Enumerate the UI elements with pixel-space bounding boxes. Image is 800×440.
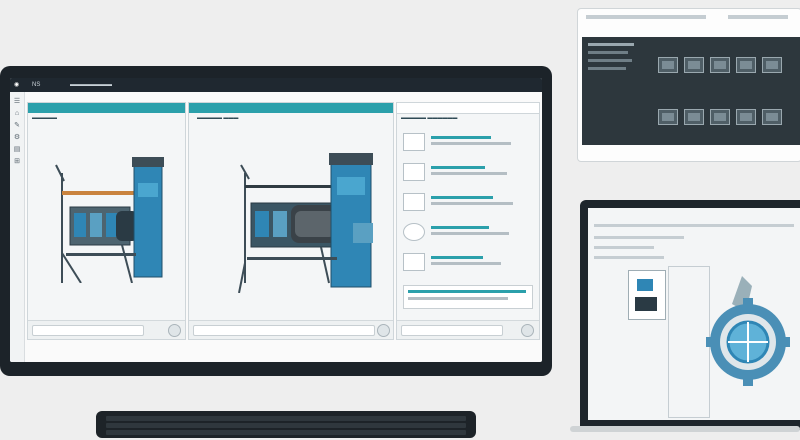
app-logo-icon[interactable]: ◉: [14, 78, 19, 92]
main-monitor: ◉ NS ▬▬▬▬ ▬▬▬ ☰ ⌂ ✎ ⚙ ▤ ⊞ ▬▬▬▬▬ ▬▬▬▬▬ ▬▬…: [0, 66, 552, 376]
pump-machine-diagram: [55, 157, 164, 283]
document-icon: [403, 163, 425, 181]
home-icon[interactable]: ⌂: [13, 110, 21, 117]
machine-view-panel-1: ▬▬▬▬▬: [27, 102, 186, 340]
topbar-menu-item[interactable]: ▬▬▬: [94, 78, 112, 92]
footer-button[interactable]: [168, 324, 181, 337]
topbar-menu-item[interactable]: ▬▬▬▬: [70, 78, 94, 92]
dashboard-window: [577, 8, 800, 162]
control-grid: [582, 37, 800, 145]
footer-button[interactable]: [377, 324, 390, 337]
panel-subtitle: ▬▬▬▬▬ ▬▬▬: [197, 115, 239, 121]
menu-icon[interactable]: ☰: [13, 98, 21, 105]
document-icon: [403, 193, 425, 211]
pump-machine-diagram: [238, 153, 373, 293]
panel-header: [28, 103, 185, 113]
grid-cell[interactable]: [658, 57, 678, 73]
left-toolbar: ☰ ⌂ ✎ ⚙ ▤ ⊞: [10, 92, 25, 362]
grid-cell[interactable]: [658, 109, 678, 125]
grid-cell[interactable]: [736, 109, 756, 125]
panel-footer: [28, 320, 185, 339]
list-item[interactable]: [403, 161, 535, 181]
document-icon: [403, 133, 425, 151]
component-list-panel: ▬▬▬▬▬ ▬▬▬▬▬▬: [396, 102, 540, 340]
list-item[interactable]: [403, 251, 535, 271]
grid-cell[interactable]: [762, 109, 782, 125]
panel-header: [397, 103, 539, 114]
monitor-screen: ◉ NS ▬▬▬▬ ▬▬▬ ☰ ⌂ ✎ ⚙ ▤ ⊞ ▬▬▬▬▬ ▬▬▬▬▬ ▬▬…: [10, 78, 542, 362]
gear-icon: [403, 223, 425, 241]
grid-cell[interactable]: [710, 109, 730, 125]
keyboard: [96, 411, 476, 438]
document-icon: [403, 253, 425, 271]
summary-table: [403, 285, 533, 309]
layers-icon[interactable]: ▤: [13, 146, 21, 153]
panel-footer: [397, 320, 539, 339]
edit-icon[interactable]: ✎: [13, 122, 21, 129]
grid-cell[interactable]: [762, 57, 782, 73]
laptop-base: [570, 426, 800, 432]
gear-icon[interactable]: [696, 266, 792, 386]
list-item[interactable]: [403, 191, 535, 211]
settings-icon[interactable]: ⚙: [13, 134, 21, 141]
grid-cell[interactable]: [736, 57, 756, 73]
footer-input[interactable]: [32, 325, 144, 336]
laptop-screen: [588, 208, 800, 420]
grid-cell[interactable]: [710, 57, 730, 73]
footer-input[interactable]: [193, 325, 375, 336]
list-item[interactable]: [403, 131, 535, 151]
footer-button[interactable]: [521, 324, 534, 337]
panel-footer: [189, 320, 393, 339]
grid-cell[interactable]: [684, 57, 704, 73]
panel-subtitle: ▬▬▬▬▬: [32, 115, 57, 121]
laptop: [580, 200, 800, 430]
grid-cell[interactable]: [684, 109, 704, 125]
footer-input[interactable]: [401, 325, 503, 336]
device-thumbnail[interactable]: [628, 270, 666, 320]
panel-subtitle: ▬▬▬▬▬ ▬▬▬▬▬▬: [401, 115, 458, 121]
app-topbar: ◉ NS ▬▬▬▬ ▬▬▬: [10, 78, 542, 92]
topbar-label[interactable]: NS: [32, 78, 40, 92]
grid-icon[interactable]: ⊞: [13, 158, 21, 165]
list-item[interactable]: [403, 221, 535, 241]
machine-view-panel-2: ▬▬▬▬▬ ▬▬▬: [188, 102, 394, 340]
panel-header: [189, 103, 393, 113]
